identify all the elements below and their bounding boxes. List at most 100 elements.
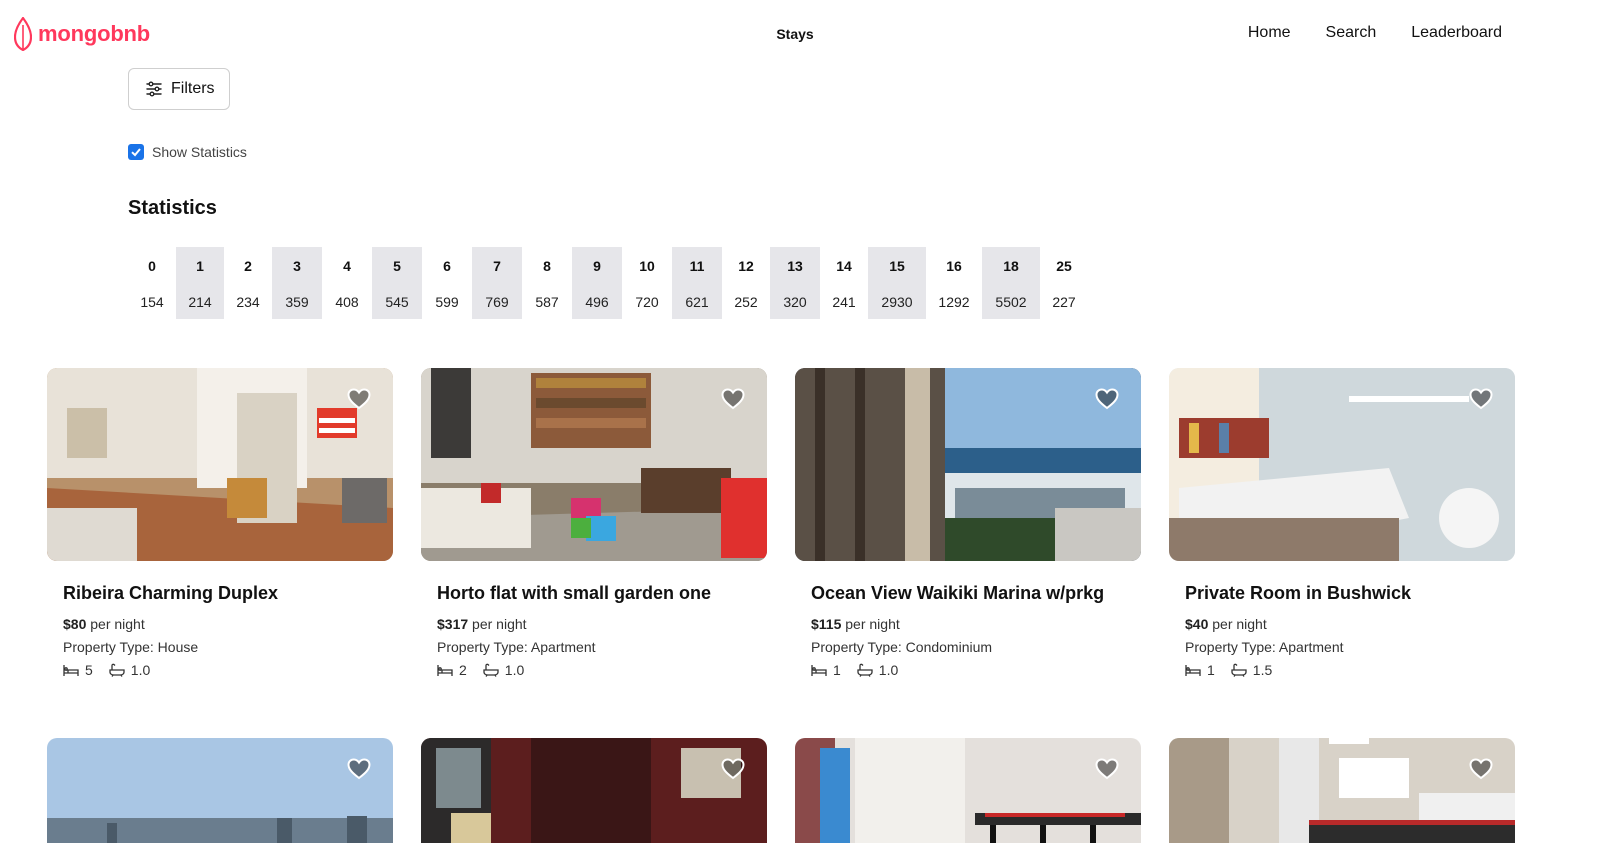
statistics-value: 496: [585, 294, 609, 310]
listing-card[interactable]: Horto flat with small garden one $317 pe…: [421, 368, 767, 678]
statistics-column: 13 320: [770, 247, 820, 319]
bed-icon: [811, 665, 827, 676]
statistics-key: 13: [787, 258, 803, 274]
listing-photo[interactable]: [1169, 368, 1515, 561]
statistics-column: 2 234: [224, 247, 272, 319]
nav-search[interactable]: Search: [1326, 24, 1377, 42]
listing-property-type: Property Type: Apartment: [437, 639, 596, 655]
statistics-title: Statistics: [128, 197, 217, 219]
statistics-key: 9: [593, 258, 601, 274]
listing-price: $80 per night: [63, 616, 145, 632]
statistics-key: 4: [343, 258, 351, 274]
listing-card[interactable]: Private Room in Bushwick $40 per night P…: [1169, 368, 1515, 678]
show-statistics-toggle[interactable]: Show Statistics: [128, 144, 247, 160]
statistics-column: 25 227: [1040, 247, 1088, 319]
main-nav: Home Search Leaderboard: [1248, 24, 1502, 42]
statistics-value: 1292: [938, 294, 970, 310]
bed-icon: [1185, 665, 1201, 676]
statistics-value: 587: [535, 294, 559, 310]
nav-leaderboard[interactable]: Leaderboard: [1411, 24, 1502, 42]
statistics-key: 14: [836, 258, 852, 274]
statistics-column: 10 720: [622, 247, 672, 319]
statistics-key: 2: [244, 258, 252, 274]
listing-property-type: Property Type: Condominium: [811, 639, 993, 655]
bathtub-icon: [483, 663, 499, 677]
listing-card[interactable]: Ocean View Waikiki Marina w/prkg $115 pe…: [795, 368, 1141, 678]
listing-title[interactable]: Ocean View Waikiki Marina w/prkg: [811, 583, 1141, 604]
heart-favorite-icon[interactable]: [1095, 758, 1119, 780]
listing-property-type: Property Type: House: [63, 639, 199, 655]
statistics-value: 621: [685, 294, 709, 310]
listing-card[interactable]: [47, 738, 393, 843]
listing-amenities: 1 1.5: [1185, 662, 1515, 678]
bathtub-icon: [1231, 663, 1247, 677]
listing-title[interactable]: Private Room in Bushwick: [1185, 583, 1515, 604]
statistics-value: 320: [783, 294, 807, 310]
statistics-key: 12: [738, 258, 754, 274]
show-statistics-checkbox[interactable]: [128, 144, 144, 160]
bed-icon: [63, 665, 79, 676]
statistics-column: 0 154: [128, 247, 176, 319]
listing-price: $115 per night: [811, 616, 900, 632]
statistics-key: 18: [1003, 258, 1019, 274]
statistics-column: 16 1292: [926, 247, 982, 319]
heart-favorite-icon[interactable]: [347, 388, 371, 410]
statistics-value: 234: [236, 294, 260, 310]
statistics-value: 599: [435, 294, 459, 310]
top-header: mongobnb Stays Home Search Leaderboard: [0, 0, 1602, 68]
statistics-key: 1: [196, 258, 204, 274]
listing-card[interactable]: Ribeira Charming Duplex $80 per night Pr…: [47, 368, 393, 678]
statistics-key: 3: [293, 258, 301, 274]
listing-photo[interactable]: [421, 368, 767, 561]
statistics-column: 7 769: [472, 247, 522, 319]
heart-favorite-icon[interactable]: [721, 758, 745, 780]
heart-favorite-icon[interactable]: [721, 388, 745, 410]
bathtub-icon: [857, 663, 873, 677]
statistics-value: 545: [385, 294, 409, 310]
statistics-key: 6: [443, 258, 451, 274]
listing-title[interactable]: Ribeira Charming Duplex: [63, 583, 393, 604]
statistics-value: 720: [635, 294, 659, 310]
filters-button[interactable]: Filters: [128, 68, 230, 110]
statistics-key: 7: [493, 258, 501, 274]
sliders-icon: [146, 81, 162, 97]
listing-amenities: 1 1.0: [811, 662, 1141, 678]
heart-favorite-icon[interactable]: [1469, 388, 1493, 410]
statistics-column: 4 408: [322, 247, 372, 319]
statistics-key: 15: [889, 258, 905, 274]
statistics-value: 227: [1052, 294, 1076, 310]
listing-photo[interactable]: [795, 738, 1141, 843]
listing-photo[interactable]: [47, 368, 393, 561]
nav-home[interactable]: Home: [1248, 24, 1291, 42]
statistics-value: 252: [734, 294, 758, 310]
listing-card[interactable]: [1169, 738, 1515, 843]
listing-amenities: 2 1.0: [437, 662, 767, 678]
listing-photo[interactable]: [795, 368, 1141, 561]
statistics-column: 5 545: [372, 247, 422, 319]
statistics-column: 15 2930: [868, 247, 926, 319]
statistics-column: 3 359: [272, 247, 322, 319]
listing-card[interactable]: [795, 738, 1141, 843]
listing-card[interactable]: [421, 738, 767, 843]
statistics-value: 769: [485, 294, 509, 310]
statistics-key: 0: [148, 258, 156, 274]
statistics-key: 11: [689, 258, 705, 274]
bed-icon: [437, 665, 453, 676]
listing-title[interactable]: Horto flat with small garden one: [437, 583, 767, 604]
listing-property-type: Property Type: Apartment: [1185, 639, 1344, 655]
listing-photo[interactable]: [421, 738, 767, 843]
statistics-column: 6 599: [422, 247, 472, 319]
statistics-table: 0 154 1 214 2 234 3 359 4 408 5 545 6 599 7 769 8 587 9 496…: [128, 247, 1088, 319]
heart-favorite-icon[interactable]: [347, 758, 371, 780]
stays-label[interactable]: Stays: [776, 26, 813, 42]
listing-photo[interactable]: [47, 738, 393, 843]
statistics-column: 1 214: [176, 247, 224, 319]
heart-favorite-icon[interactable]: [1095, 388, 1119, 410]
heart-favorite-icon[interactable]: [1469, 758, 1493, 780]
statistics-value: 2930: [881, 294, 913, 310]
statistics-key: 16: [946, 258, 962, 274]
statistics-key: 25: [1056, 258, 1072, 274]
statistics-key: 5: [393, 258, 401, 274]
filters-label: Filters: [171, 80, 215, 97]
listing-photo[interactable]: [1169, 738, 1515, 843]
